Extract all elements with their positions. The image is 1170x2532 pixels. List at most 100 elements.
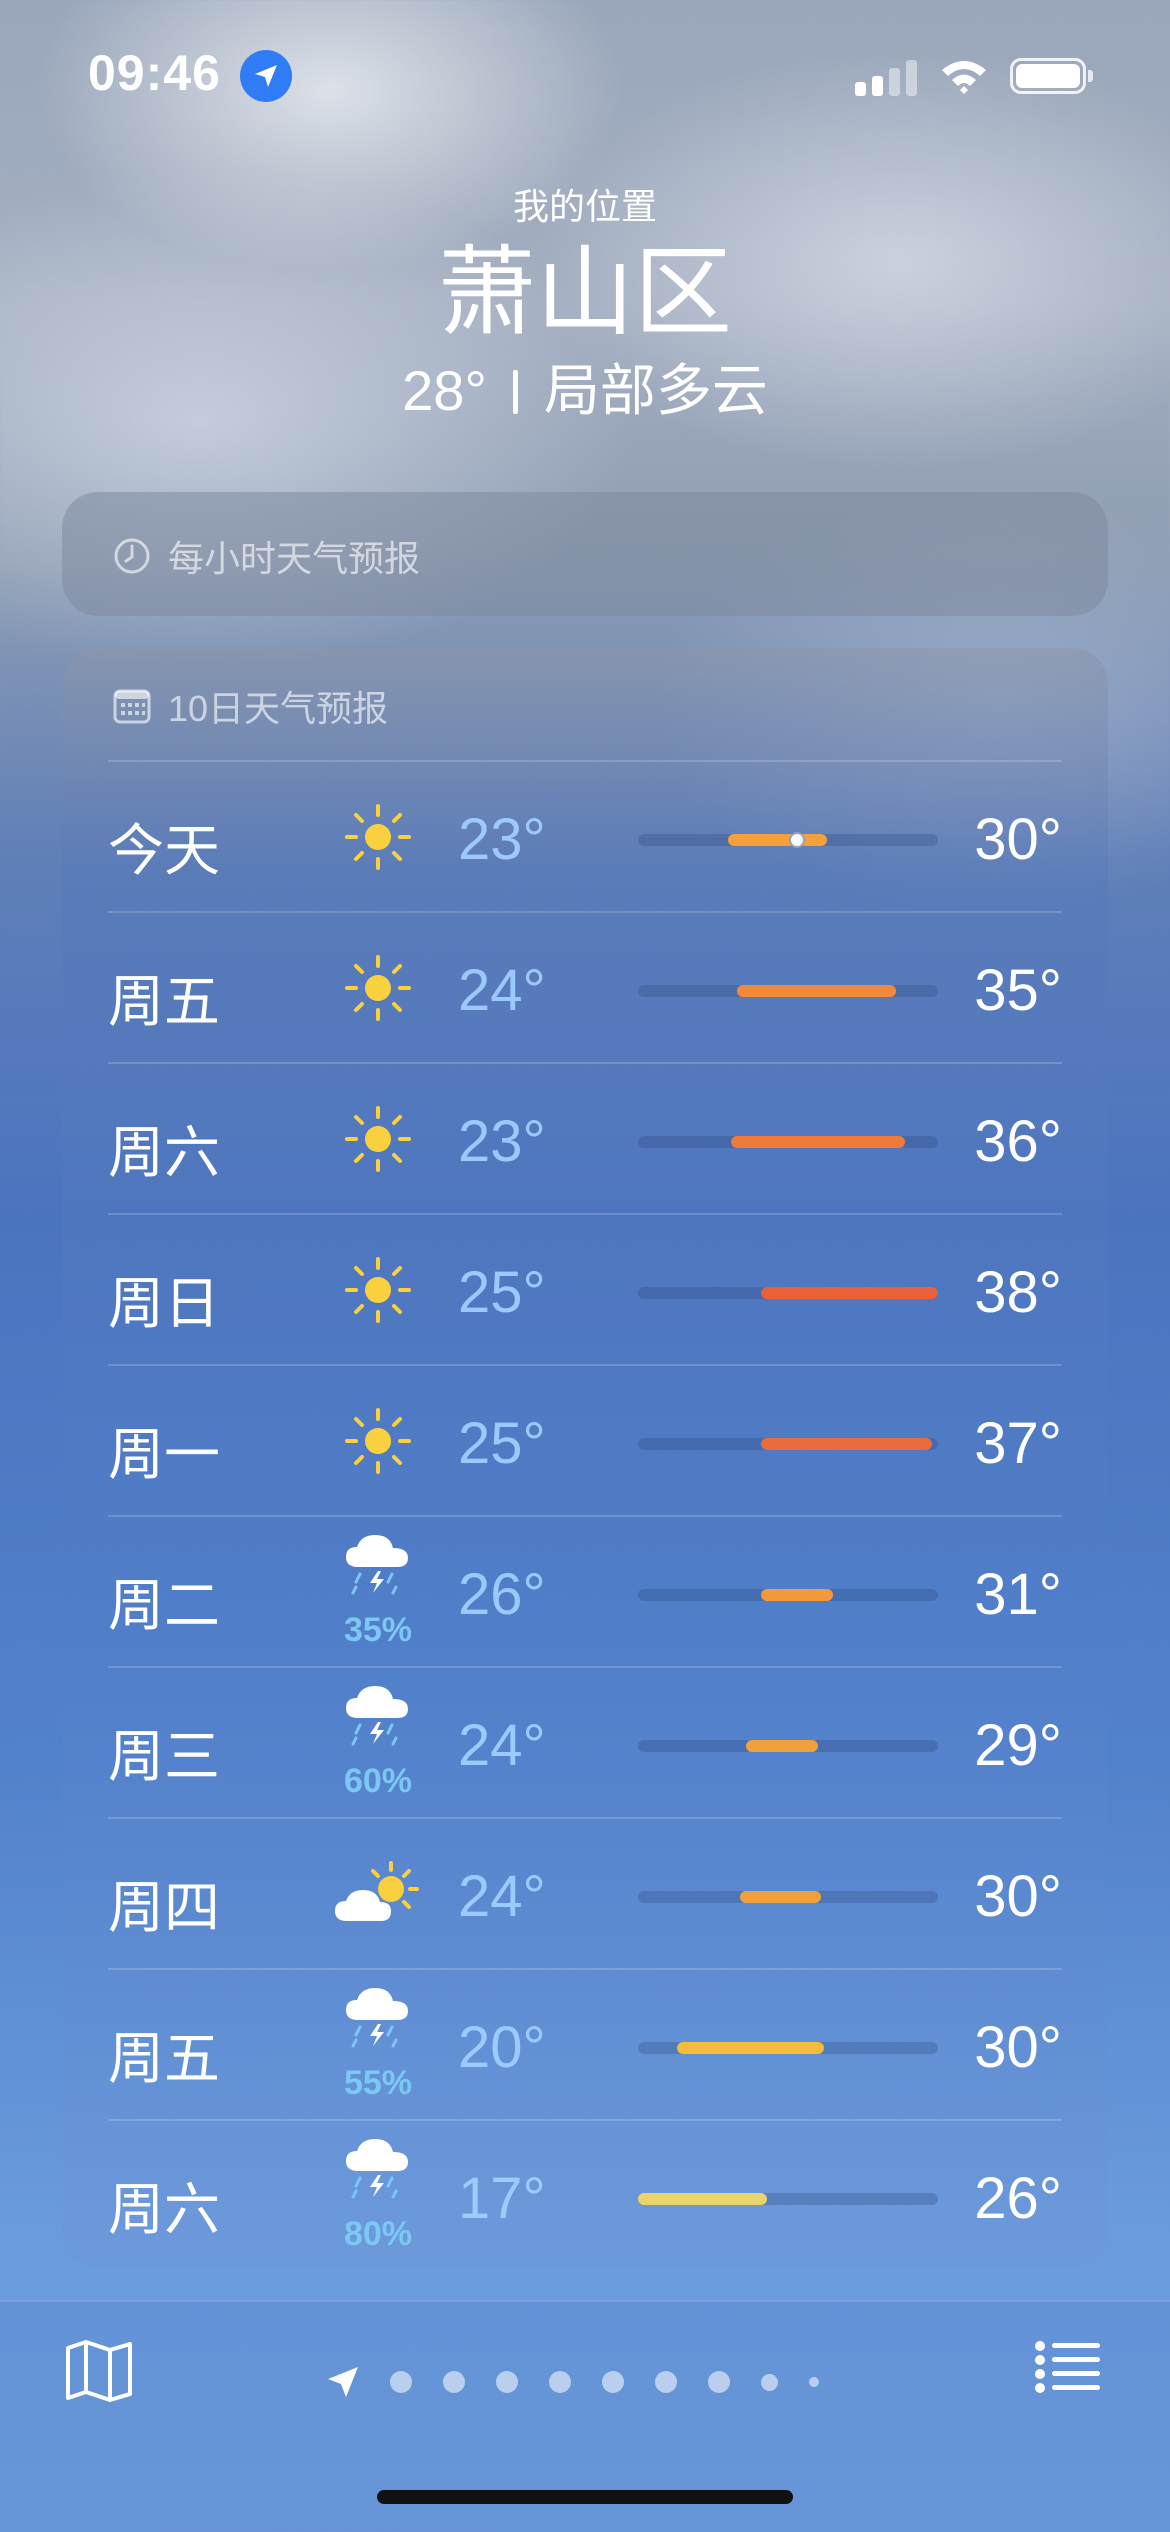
thunderstorm-icon: 35%	[328, 1517, 428, 1668]
temperature-range-track	[638, 1891, 938, 1903]
location-label: 我的位置	[512, 186, 657, 227]
hourly-forecast-card[interactable]: 每小时天气预报	[62, 492, 1108, 616]
temperature-range-track	[638, 832, 938, 848]
forecast-day: 周二	[108, 1574, 220, 1637]
list-icon[interactable]	[1034, 2340, 1104, 2396]
sun-icon	[328, 1366, 428, 1517]
forecast-row[interactable]: 周四 24° 30°	[108, 1817, 1062, 1970]
precipitation-chance: 80%	[343, 2215, 413, 2253]
forecast-row[interactable]: 周三 60% 24° 29°	[108, 1666, 1062, 1819]
page-dot[interactable]	[761, 2373, 778, 2391]
high-temperature: 30°	[974, 807, 1062, 872]
temperature-range-bar	[638, 2193, 767, 2205]
temperature-range-track	[638, 1136, 938, 1148]
page-indicator[interactable]	[326, 2362, 850, 2402]
temperature-range-bar	[746, 1740, 818, 1752]
forecast-row[interactable]: 周六 23° 36°	[108, 1062, 1062, 1215]
temperature-range-bar	[761, 1438, 932, 1450]
page-dot[interactable]	[549, 2371, 571, 2393]
low-temperature: 25°	[458, 1260, 546, 1325]
forecast-day: 周五	[108, 970, 220, 1033]
clock-icon	[114, 538, 150, 574]
high-temperature: 30°	[974, 1864, 1062, 1929]
temperature-range-track	[638, 1589, 938, 1601]
forecast-day: 周日	[108, 1272, 220, 1335]
low-temperature: 17°	[458, 2166, 546, 2231]
precipitation-chance: 55%	[343, 2064, 413, 2102]
high-temperature: 36°	[974, 1109, 1062, 1174]
low-temperature: 24°	[458, 958, 546, 1023]
low-temperature: 24°	[458, 1864, 546, 1929]
temperature-range-track	[638, 2042, 938, 2054]
status-time: 09:46	[88, 45, 221, 101]
thunderstorm-icon: 60%	[328, 1668, 428, 1819]
thunderstorm-icon: 80%	[328, 2121, 428, 2272]
temperature-range-bar	[740, 1891, 821, 1903]
forecast-row[interactable]: 周五 24° 35°	[108, 911, 1062, 1064]
page-dot[interactable]	[809, 2377, 819, 2387]
current-conditions: 28° 局部多云	[0, 346, 1170, 427]
temperature-range-track	[638, 1438, 938, 1450]
forecast-day: 周六	[108, 1121, 220, 1184]
page-dot[interactable]	[390, 2371, 412, 2393]
forecast-row[interactable]: 周六 80% 17° 26°	[108, 2119, 1062, 2272]
wifi-icon	[942, 61, 986, 94]
low-temperature: 20°	[458, 2015, 546, 2080]
calendar-icon	[113, 689, 151, 724]
sun-icon	[328, 762, 428, 913]
sun-icon	[328, 1064, 428, 1215]
forecast-row[interactable]: 周五 55% 20° 30°	[108, 1968, 1062, 2121]
location-services-icon	[240, 50, 292, 102]
forecast-row[interactable]: 周日 25° 38°	[108, 1213, 1062, 1366]
forecast-day: 周三	[108, 1725, 220, 1788]
forecast-row[interactable]: 今天 23° 30°	[108, 760, 1062, 913]
status-bar: 09:46	[0, 0, 1170, 140]
high-temperature: 35°	[974, 958, 1062, 1023]
forecast-day: 周四	[108, 1876, 220, 1939]
temperature-range-track	[638, 1740, 938, 1752]
high-temperature: 37°	[974, 1411, 1062, 1476]
cellular-signal-icon	[855, 58, 917, 96]
sun-icon	[328, 913, 428, 1064]
page-dot[interactable]	[602, 2371, 624, 2393]
forecast-day: 今天	[108, 819, 220, 882]
current-temperature: 28°	[402, 359, 487, 422]
temperature-range-track	[638, 985, 938, 997]
sun-icon	[328, 1215, 428, 1366]
forecast-day: 周六	[108, 2178, 220, 2241]
temperature-range-bar	[737, 985, 896, 997]
page-dot[interactable]	[496, 2371, 518, 2393]
low-temperature: 24°	[458, 1713, 546, 1778]
ten-day-forecast-header: 10日天气预报	[112, 680, 388, 732]
low-temperature: 25°	[458, 1411, 546, 1476]
forecast-row[interactable]: 周二 35% 26° 31°	[108, 1515, 1062, 1668]
low-temperature: 26°	[458, 1562, 546, 1627]
hourly-forecast-title: 每小时天气预报	[168, 538, 421, 579]
high-temperature: 38°	[974, 1260, 1062, 1325]
page-dot[interactable]	[708, 2371, 730, 2393]
location-arrow-icon[interactable]	[326, 2365, 360, 2399]
forecast-day: 周五	[108, 2027, 220, 2090]
page-dot[interactable]	[655, 2371, 677, 2393]
city-name: 萧山区	[437, 237, 732, 347]
hourly-forecast-header: 每小时天气预报	[112, 530, 420, 582]
forecast-row[interactable]: 周一 25° 37°	[108, 1364, 1062, 1517]
temperature-range-track	[638, 2193, 938, 2205]
location-header: 我的位置 萧山区 28° 局部多云	[0, 172, 1170, 427]
ten-day-forecast-card: 10日天气预报 今天 23° 30° 周五 24° 35° 周六 23° 36°…	[62, 648, 1108, 2268]
map-icon[interactable]	[64, 2338, 134, 2402]
temperature-range-track	[638, 1287, 938, 1299]
high-temperature: 30°	[974, 2015, 1062, 2080]
temperature-range-bar	[677, 2042, 824, 2054]
page-dot[interactable]	[443, 2371, 465, 2393]
temperature-range-bar	[728, 834, 827, 846]
high-temperature: 31°	[974, 1562, 1062, 1627]
temperature-range-bar	[731, 1136, 905, 1148]
precipitation-chance: 60%	[343, 1762, 413, 1800]
low-temperature: 23°	[458, 807, 546, 872]
temperature-range-bar	[761, 1589, 833, 1601]
ten-day-forecast-title: 10日天气预报	[168, 688, 389, 729]
current-condition: 局部多云	[543, 359, 768, 422]
high-temperature: 29°	[974, 1713, 1062, 1778]
home-indicator[interactable]	[377, 2490, 793, 2504]
